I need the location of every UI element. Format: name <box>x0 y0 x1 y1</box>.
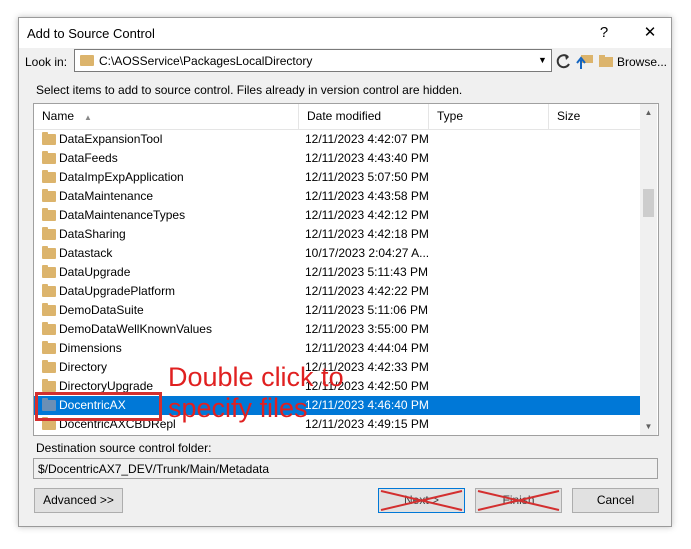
item-date: 12/11/2023 3:55:00 PM <box>305 322 429 336</box>
folder-icon <box>42 265 56 278</box>
folder-icon <box>42 132 56 145</box>
annotation-line-2: specify files <box>168 393 308 423</box>
item-name: DataSharing <box>59 227 126 241</box>
item-date: 12/11/2023 4:43:58 PM <box>305 189 429 203</box>
list-header: Name ▲ Date modified Type Size <box>34 104 640 130</box>
folder-icon <box>42 360 56 373</box>
vertical-scrollbar[interactable]: ▲ ▼ <box>640 104 657 435</box>
item-name: DataMaintenance <box>59 189 154 203</box>
item-name: DataFeeds <box>59 151 118 165</box>
scroll-thumb[interactable] <box>643 189 654 217</box>
up-folder-icon <box>576 55 593 69</box>
instructions-text: Select items to add to source control. F… <box>36 83 463 97</box>
advanced-button[interactable]: Advanced >> <box>34 488 123 513</box>
help-button[interactable]: ? <box>592 22 616 44</box>
list-item[interactable]: DataUpgradePlatform 12/11/2023 4:42:22 PM <box>34 282 640 301</box>
browse-button[interactable]: Browse... <box>599 52 667 70</box>
folder-icon <box>42 227 56 240</box>
look-in-label: Look in: <box>25 55 68 69</box>
cross-out-icon <box>380 490 463 511</box>
item-name: Dimensions <box>59 341 122 355</box>
item-date: 12/11/2023 4:44:04 PM <box>305 341 429 355</box>
item-date: 12/11/2023 5:07:50 PM <box>305 170 429 184</box>
item-name: DataImpExpApplication <box>59 170 184 184</box>
look-in-path: C:\AOSService\PackagesLocalDirectory <box>99 54 313 68</box>
item-name: DemoDataSuite <box>59 303 144 317</box>
browse-folder-icon <box>599 55 613 67</box>
folder-icon <box>42 322 56 335</box>
list-item[interactable]: DataImpExpApplication 12/11/2023 5:07:50 … <box>34 168 640 187</box>
column-header-date[interactable]: Date modified <box>299 104 429 129</box>
column-name-label: Name <box>42 109 75 123</box>
list-item[interactable]: DataFeeds 12/11/2023 4:43:40 PM <box>34 149 640 168</box>
list-item[interactable]: Dimensions 12/11/2023 4:44:04 PM <box>34 339 640 358</box>
item-name: DataExpansionTool <box>59 132 163 146</box>
close-button[interactable]: ✕ <box>638 22 662 44</box>
list-item[interactable]: DataSharing 12/11/2023 4:42:18 PM <box>34 225 640 244</box>
cancel-label: Cancel <box>596 493 635 507</box>
scroll-down-icon[interactable]: ▼ <box>640 418 657 435</box>
folder-icon <box>42 341 56 354</box>
column-date-label: Date modified <box>307 109 382 123</box>
up-folder-button[interactable] <box>576 52 594 70</box>
folder-icon <box>42 246 56 259</box>
item-date: 12/11/2023 4:42:12 PM <box>305 208 429 222</box>
column-type-label: Type <box>437 109 464 123</box>
destination-value: $/DocentricAX7_DEV/Trunk/Main/Metadata <box>38 462 269 476</box>
destination-field: $/DocentricAX7_DEV/Trunk/Main/Metadata <box>33 458 658 479</box>
item-name: DemoDataWellKnownValues <box>59 322 212 336</box>
window-title: Add to Source Control <box>27 26 155 41</box>
item-name: Datastack <box>59 246 113 260</box>
item-date: 12/11/2023 4:42:22 PM <box>305 284 429 298</box>
item-date: 12/11/2023 4:42:18 PM <box>305 227 429 241</box>
list-item[interactable]: DataExpansionTool 12/11/2023 4:42:07 PM <box>34 130 640 149</box>
folder-icon <box>42 284 56 297</box>
item-name: Directory <box>59 360 108 374</box>
chevron-down-icon[interactable]: ▼ <box>534 50 551 71</box>
folder-icon <box>42 379 56 392</box>
column-header-name[interactable]: Name ▲ <box>34 104 299 129</box>
annotation-highlight-box <box>35 392 162 421</box>
advanced-label: Advanced >> <box>43 493 114 507</box>
item-name: DataUpgrade <box>59 265 131 279</box>
list-item[interactable]: DataMaintenance 12/11/2023 4:43:58 PM <box>34 187 640 206</box>
list-item[interactable]: DataMaintenanceTypes 12/11/2023 4:42:12 P… <box>34 206 640 225</box>
folder-icon <box>42 170 56 183</box>
item-date: 12/11/2023 5:11:43 PM <box>305 265 428 279</box>
item-name: DataUpgradePlatform <box>59 284 176 298</box>
folder-icon <box>42 151 56 164</box>
add-to-source-control-dialog: Add to Source Control ? ✕ Look in: C:\AO… <box>18 17 672 527</box>
column-size-label: Size <box>557 109 581 123</box>
destination-label: Destination source control folder: <box>36 441 212 455</box>
refresh-icon <box>556 54 570 69</box>
list-item[interactable]: DemoDataWellKnownValues 12/11/2023 3:55:0… <box>34 320 640 339</box>
folder-icon <box>42 189 56 202</box>
file-list[interactable]: Name ▲ Date modified Type Size DataExpans… <box>33 103 659 436</box>
item-date: 12/11/2023 5:11:06 PM <box>305 303 428 317</box>
cross-out-icon <box>477 490 560 511</box>
annotation-text: Double click to specify files <box>168 362 344 424</box>
browse-label: Browse... <box>617 55 668 69</box>
item-name: DataMaintenanceTypes <box>59 208 186 222</box>
list-item[interactable]: DataUpgrade 12/11/2023 5:11:43 PM <box>34 263 640 282</box>
item-date: 10/17/2023 2:04:27 A... <box>305 246 430 260</box>
folder-icon <box>42 208 56 221</box>
refresh-button[interactable] <box>556 52 572 70</box>
finish-button[interactable]: Finish <box>475 488 562 513</box>
column-header-type[interactable]: Type <box>429 104 549 129</box>
sort-ascending-icon: ▲ <box>84 113 92 122</box>
item-date: 12/11/2023 4:43:40 PM <box>305 151 429 165</box>
column-header-size[interactable]: Size <box>549 104 640 129</box>
item-date: 12/11/2023 4:42:07 PM <box>305 132 429 146</box>
scroll-up-icon[interactable]: ▲ <box>640 104 657 121</box>
folder-icon <box>42 303 56 316</box>
list-item[interactable]: DemoDataSuite 12/11/2023 5:11:06 PM <box>34 301 640 320</box>
list-item[interactable]: Datastack 10/17/2023 2:04:27 A... <box>34 244 640 263</box>
next-button[interactable]: Next > <box>378 488 465 513</box>
annotation-line-1: Double click to <box>168 362 344 392</box>
cancel-button[interactable]: Cancel <box>572 488 659 513</box>
folder-icon <box>80 55 94 66</box>
title-bar: Add to Source Control ? ✕ <box>19 18 671 48</box>
look-in-combobox[interactable]: C:\AOSService\PackagesLocalDirectory ▼ <box>74 49 552 72</box>
